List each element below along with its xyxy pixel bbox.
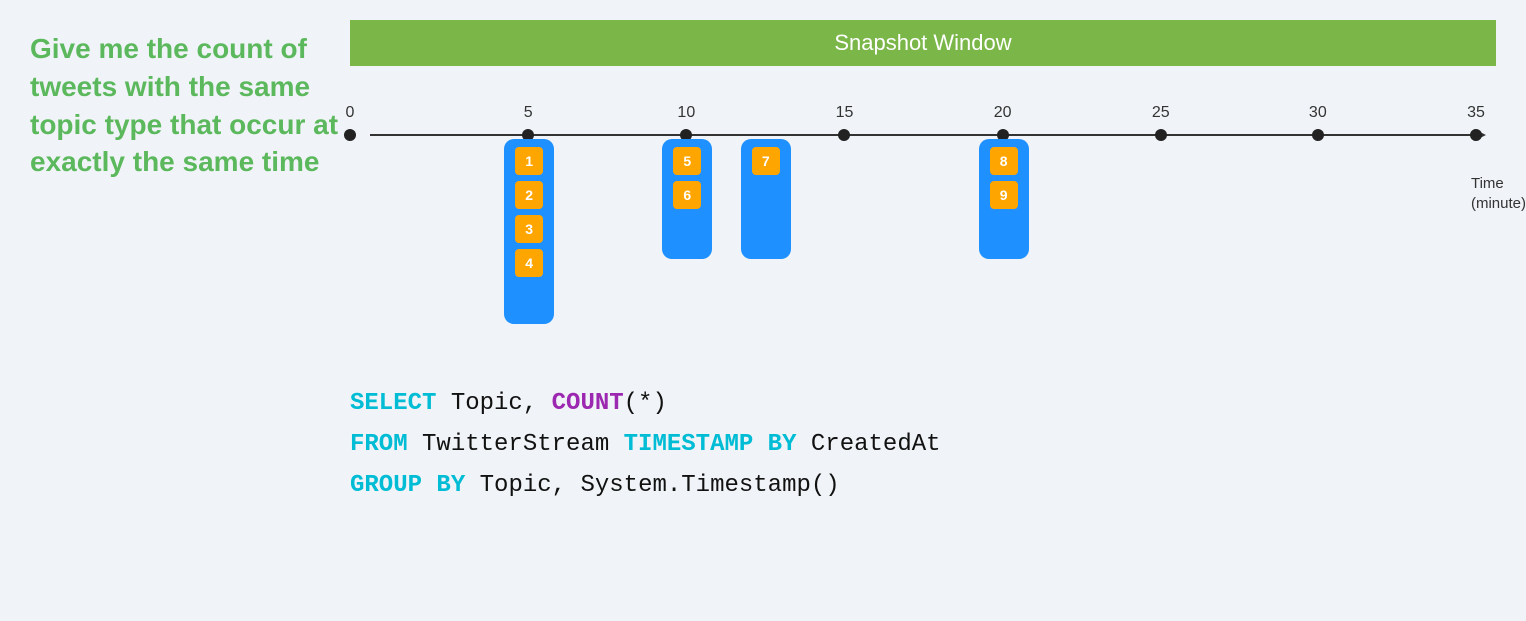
tweet-bar-10: 5 6	[662, 139, 712, 259]
sql-stream: TwitterStream	[408, 431, 624, 458]
sql-line-2: FROM TwitterStream TIMESTAMP BY CreatedA…	[350, 425, 1496, 466]
description-text: Give me the count of tweets with the sam…	[30, 30, 340, 181]
tick-dot-35	[1470, 129, 1482, 141]
tick-label-0: 0	[346, 104, 355, 122]
tick-dot-30	[1312, 129, 1324, 141]
badge-9: 9	[990, 181, 1018, 209]
sql-line-3: GROUP BY Topic, System.Timestamp()	[350, 466, 1496, 507]
keyword-timestamp: TIMESTAMP	[624, 431, 754, 458]
badge-8: 8	[990, 147, 1018, 175]
badge-1: 1	[515, 147, 543, 175]
keyword-count: COUNT	[552, 390, 624, 417]
keyword-by-2: BY	[422, 472, 465, 499]
tick-label-35: 35	[1467, 104, 1485, 122]
keyword-select: SELECT	[350, 390, 436, 417]
tick-label-5: 5	[524, 104, 533, 122]
badge-3: 3	[515, 215, 543, 243]
tick-label-20: 20	[994, 104, 1012, 122]
badge-4: 4	[515, 249, 543, 277]
badge-7: 7	[752, 147, 780, 175]
left-panel: Give me the count of tweets with the sam…	[30, 20, 340, 601]
right-panel: Snapshot Window 0 5 10 15	[340, 20, 1496, 601]
keyword-from: FROM	[350, 431, 408, 458]
keyword-by-1: BY	[753, 431, 796, 458]
tweet-bar-5: 1 2 3 4	[504, 139, 554, 324]
tick-dot-0	[344, 129, 356, 141]
badge-5: 5	[673, 147, 701, 175]
keyword-group: GROUP	[350, 472, 422, 499]
tick-dot-25	[1155, 129, 1167, 141]
tick-label-10: 10	[677, 104, 695, 122]
sql-groupby-rest: Topic, System.Timestamp()	[465, 472, 839, 499]
tick-dot-15	[838, 129, 850, 141]
sql-count-rest: (*)	[624, 390, 667, 417]
tick-label-30: 30	[1309, 104, 1327, 122]
tick-label-15: 15	[836, 104, 854, 122]
snapshot-window-header: Snapshot Window	[350, 20, 1496, 66]
badge-6: 6	[673, 181, 701, 209]
time-axis-label: Time(minute)	[1471, 174, 1526, 213]
tweet-bar-20: 8 9	[979, 139, 1029, 259]
sql-section: SELECT Topic, COUNT(*) FROM TwitterStrea…	[350, 374, 1496, 516]
sql-topic: Topic,	[436, 390, 551, 417]
timeline-area: 0 5 10 15 20	[350, 74, 1496, 354]
sql-line-1: SELECT Topic, COUNT(*)	[350, 384, 1496, 425]
timeline-axis	[370, 134, 1476, 136]
badge-2: 2	[515, 181, 543, 209]
tick-label-25: 25	[1152, 104, 1170, 122]
sql-createdat: CreatedAt	[797, 431, 941, 458]
tweet-bar-12: 7	[741, 139, 791, 259]
